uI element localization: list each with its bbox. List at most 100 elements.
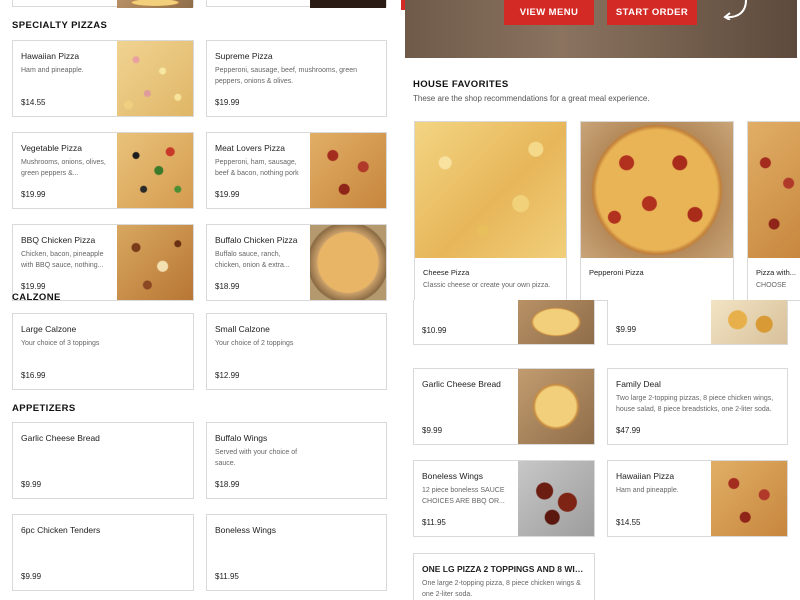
item-thumbnail	[117, 41, 193, 116]
menu-item-card[interactable]: Boneless Wings $11.95	[206, 514, 387, 591]
item-name: Pizza with...	[756, 268, 797, 277]
item-description: Classic cheese or create your own pizza.	[423, 282, 551, 289]
item-name: Hawaiian Pizza	[616, 471, 675, 481]
item-thumbnail	[518, 369, 594, 444]
item-name: Supreme Pizza	[215, 51, 273, 61]
item-price: $19.99	[21, 282, 46, 291]
item-price: $19.99	[215, 190, 240, 199]
item-price: $9.99	[21, 480, 42, 489]
item-thumbnail	[415, 122, 566, 258]
arrow-icon	[723, 0, 747, 20]
menu-item-card[interactable]: Buffalo Wings Served with your choice of…	[206, 422, 387, 499]
favorite-card[interactable]: Cheese Pizza Classic cheese or create yo…	[414, 121, 567, 301]
menu-item-card[interactable]: $10.99	[413, 300, 595, 345]
item-name: Meat Lovers Pizza	[215, 143, 285, 153]
item-price: $11.95	[215, 572, 239, 581]
item-price: $14.55	[21, 98, 46, 107]
item-price: $16.99	[21, 371, 46, 380]
section-title-appetizers: APPETIZERS	[12, 403, 76, 414]
item-thumbnail	[748, 122, 800, 258]
menu-item-card[interactable]: BBQ Chicken Pizza Chicken, bacon, pineap…	[12, 224, 194, 301]
menu-item-card[interactable]: Garlic Cheese Bread $9.99	[12, 422, 194, 499]
favorite-card[interactable]: Pepperoni Pizza	[580, 121, 734, 301]
item-price: $18.99	[215, 480, 240, 489]
hero-banner: VIEW MENU START ORDER	[405, 0, 797, 58]
item-price: $9.99	[422, 426, 443, 435]
item-thumbnail	[117, 225, 193, 300]
start-order-button[interactable]: START ORDER	[607, 0, 697, 25]
item-name: Garlic Cheese Bread	[21, 433, 100, 443]
item-description: Pepperoni, ham, sausage, beef & bacon, n…	[215, 159, 299, 177]
item-name: Family Deal	[616, 379, 661, 389]
menu-item-card[interactable]: Buffalo Chicken Pizza Buffalo sauce, ran…	[206, 224, 387, 301]
item-description: Your choice of 3 toppings	[21, 340, 100, 347]
menu-item-card[interactable]: Vegetable Pizza Mushrooms, onions, olive…	[12, 132, 194, 209]
menu-item-card[interactable]: Hawaiian Pizza Ham and pineapple. $14.55	[12, 40, 194, 117]
item-thumbnail	[310, 133, 386, 208]
item-description: 12 piece boneless SAUCE CHOICES ARE BBQ …	[422, 487, 505, 505]
favorite-card[interactable]: Pizza with... CHOOSE	[747, 121, 800, 301]
item-description: Ham and pineapple.	[21, 67, 84, 74]
item-price: $9.99	[21, 572, 42, 581]
item-name: Hawaiian Pizza	[21, 51, 80, 61]
item-description: CHOOSE	[756, 282, 787, 289]
menu-item-card[interactable]: Garlic Cheese Bread $9.99	[413, 368, 595, 445]
item-name: BBQ Chicken Pizza	[21, 235, 96, 245]
view-menu-button[interactable]: VIEW MENU	[504, 0, 594, 25]
item-price: $19.99	[215, 98, 240, 107]
item-name: Cheese Pizza	[423, 268, 470, 277]
menu-item-card[interactable]: Family Deal Two large 2-topping pizzas, …	[607, 368, 788, 445]
item-description: Served with your choice of sauce.	[215, 449, 298, 467]
section-title-calzone: CALZONE	[12, 292, 61, 300]
item-thumbnail	[581, 122, 733, 258]
item-description: Buffalo sauce, ranch, chicken, onion & e…	[215, 251, 290, 269]
menu-item-card[interactable]: Meat Lovers Pizza Pepperoni, ham, sausag…	[206, 132, 387, 209]
menu-item-card[interactable]: Large Calzone Your choice of 3 toppings …	[12, 313, 194, 390]
item-thumbnail	[117, 133, 193, 208]
item-name: Buffalo Chicken Pizza	[215, 235, 298, 245]
menu-item-card[interactable]: ONE LG PIZZA 2 TOPPINGS AND 8 WING... On…	[413, 553, 595, 600]
menu-item-card[interactable]: Hawaiian Pizza Ham and pineapple. $14.55	[607, 460, 788, 537]
item-description: Your choice of 2 toppings	[215, 340, 294, 347]
menu-item-card-partial[interactable]	[12, 0, 194, 8]
menu-item-card-partial[interactable]	[206, 0, 387, 8]
item-description: Two large 2-topping pizzas, 8 piece chic…	[616, 395, 774, 413]
item-thumbnail	[310, 225, 386, 300]
item-thumbnail	[117, 0, 193, 8]
menu-item-card[interactable]: 6pc Chicken Tenders $9.99	[12, 514, 194, 591]
item-thumbnail	[518, 461, 594, 536]
item-price: $18.99	[215, 282, 240, 291]
item-price: $9.99	[616, 325, 637, 334]
item-description: Chicken, bacon, pineapple with BBQ sauce…	[21, 251, 104, 269]
item-thumbnail	[518, 300, 594, 344]
item-name: Vegetable Pizza	[21, 143, 82, 153]
item-name: Buffalo Wings	[215, 433, 268, 443]
item-description: Pepperoni, sausage, beef, mushrooms, gre…	[215, 67, 358, 85]
section-title-specialty: SPECIALTY PIZZAS	[12, 20, 108, 31]
item-name: Boneless Wings	[215, 525, 276, 535]
item-price: $11.95	[422, 518, 446, 527]
item-name: 6pc Chicken Tenders	[21, 525, 101, 535]
item-description: Ham and pineapple.	[616, 487, 679, 494]
item-description: One large 2-topping pizza, 8 piece chick…	[422, 580, 581, 598]
menu-item-card[interactable]: Small Calzone Your choice of 2 toppings …	[206, 313, 387, 390]
section-subtitle: These are the shop recommendations for a…	[413, 94, 650, 103]
item-description: Mushrooms, onions, olives, green peppers…	[21, 159, 106, 177]
item-price: $12.99	[215, 371, 240, 380]
item-name: Small Calzone	[215, 324, 270, 334]
menu-item-card[interactable]: Supreme Pizza Pepperoni, sausage, beef, …	[206, 40, 387, 117]
item-thumbnail	[711, 300, 787, 344]
item-price: $10.99	[422, 326, 447, 335]
item-name: Boneless Wings	[422, 471, 483, 481]
item-name: ONE LG PIZZA 2 TOPPINGS AND 8 WING...	[422, 564, 588, 574]
section-title-house-favorites: HOUSE FAVORITES	[413, 79, 509, 90]
item-price: $14.55	[616, 518, 641, 527]
menu-item-card[interactable]: $9.99	[607, 300, 788, 345]
item-name: Pepperoni Pizza	[589, 268, 644, 277]
item-name: Garlic Cheese Bread	[422, 379, 501, 389]
item-thumbnail	[310, 0, 386, 8]
menu-item-card[interactable]: Boneless Wings 12 piece boneless SAUCE C…	[413, 460, 595, 537]
item-name: Large Calzone	[21, 324, 77, 334]
item-thumbnail	[711, 461, 787, 536]
item-price: $47.99	[616, 426, 641, 435]
